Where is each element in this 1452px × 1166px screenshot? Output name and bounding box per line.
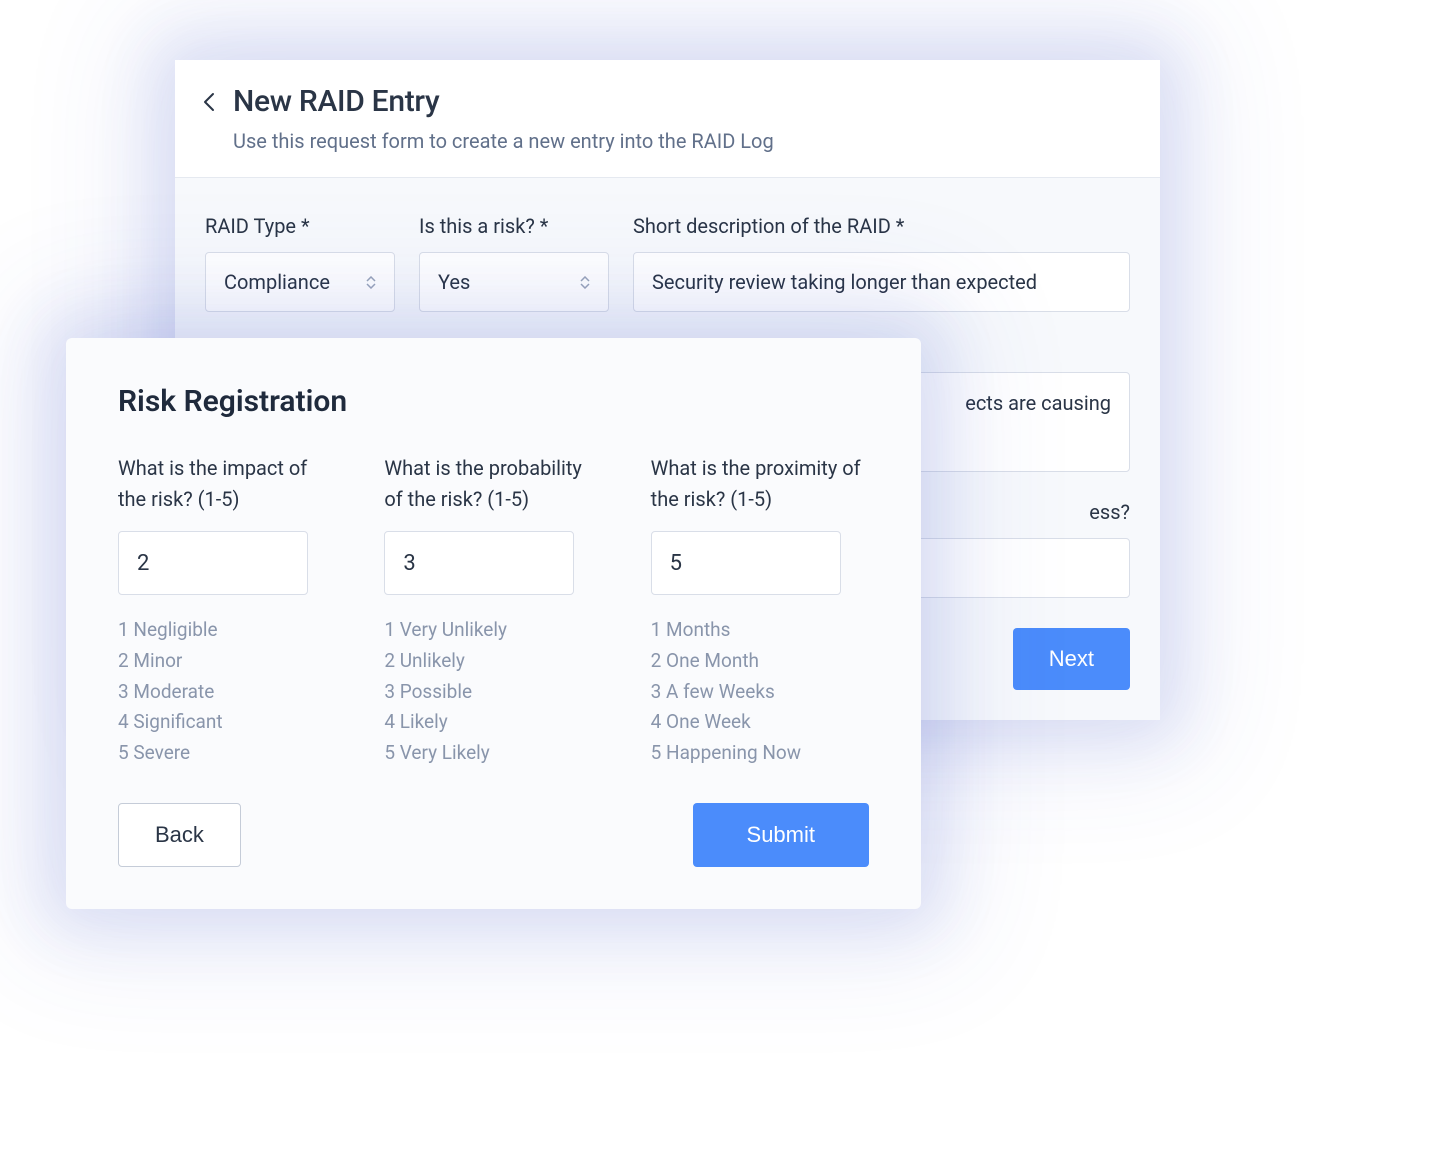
proximity-input[interactable]: 5 bbox=[651, 531, 841, 595]
page-title: New RAID Entry bbox=[233, 84, 439, 119]
short-desc-label: Short description of the RAID * bbox=[633, 214, 1130, 238]
scale-item: 3 A few Weeks bbox=[651, 677, 869, 708]
raid-type-select[interactable]: Compliance bbox=[205, 252, 395, 312]
probability-column: What is the probability of the risk? (1-… bbox=[384, 453, 602, 769]
next-button[interactable]: Next bbox=[1013, 628, 1130, 690]
probability-input[interactable]: 3 bbox=[384, 531, 574, 595]
scale-item: 1 Negligible bbox=[118, 615, 336, 646]
probability-scale: 1 Very Unlikely 2 Unlikely 3 Possible 4 … bbox=[384, 615, 602, 769]
proximity-scale: 1 Months 2 One Month 3 A few Weeks 4 One… bbox=[651, 615, 869, 769]
chevron-left-icon[interactable] bbox=[197, 90, 221, 114]
impact-column: What is the impact of the risk? (1-5) 2 … bbox=[118, 453, 336, 769]
proximity-value: 5 bbox=[670, 551, 682, 576]
risk-registration-title: Risk Registration bbox=[118, 384, 869, 419]
scale-item: 4 Likely bbox=[384, 707, 602, 738]
back-button[interactable]: Back bbox=[118, 803, 241, 867]
partial-input[interactable] bbox=[910, 538, 1130, 598]
is-risk-select[interactable]: Yes bbox=[419, 252, 609, 312]
is-risk-label: Is this a risk? * bbox=[419, 214, 609, 238]
scale-item: 5 Happening Now bbox=[651, 738, 869, 769]
card-header: New RAID Entry Use this request form to … bbox=[175, 60, 1160, 178]
proximity-label: What is the proximity of the risk? (1-5) bbox=[651, 453, 869, 515]
impact-scale: 1 Negligible 2 Minor 3 Moderate 4 Signif… bbox=[118, 615, 336, 769]
select-arrows-icon bbox=[580, 276, 590, 289]
partial-label-fragment: ess? bbox=[910, 500, 1130, 524]
scale-item: 5 Severe bbox=[118, 738, 336, 769]
submit-button[interactable]: Submit bbox=[693, 803, 869, 867]
is-risk-value: Yes bbox=[438, 270, 470, 294]
scale-item: 2 Minor bbox=[118, 646, 336, 677]
page-subtitle: Use this request form to create a new en… bbox=[233, 129, 1130, 153]
scale-item: 4 Significant bbox=[118, 707, 336, 738]
scale-item: 4 One Week bbox=[651, 707, 869, 738]
short-desc-input[interactable]: Security review taking longer than expec… bbox=[633, 252, 1130, 312]
impact-value: 2 bbox=[137, 551, 149, 576]
partial-textarea[interactable]: ects are causing bbox=[910, 372, 1130, 472]
raid-type-value: Compliance bbox=[224, 270, 330, 294]
select-arrows-icon bbox=[366, 276, 376, 289]
scale-item: 1 Very Unlikely bbox=[384, 615, 602, 646]
proximity-column: What is the proximity of the risk? (1-5)… bbox=[651, 453, 869, 769]
impact-label: What is the impact of the risk? (1-5) bbox=[118, 453, 336, 515]
risk-registration-card: Risk Registration What is the impact of … bbox=[66, 338, 921, 909]
scale-item: 1 Months bbox=[651, 615, 869, 646]
probability-label: What is the probability of the risk? (1-… bbox=[384, 453, 602, 515]
impact-input[interactable]: 2 bbox=[118, 531, 308, 595]
scale-item: 3 Moderate bbox=[118, 677, 336, 708]
probability-value: 3 bbox=[403, 551, 415, 576]
scale-item: 3 Possible bbox=[384, 677, 602, 708]
short-desc-value: Security review taking longer than expec… bbox=[652, 270, 1037, 294]
scale-item: 5 Very Likely bbox=[384, 738, 602, 769]
partial-desc-fragment: ects are causing bbox=[965, 391, 1111, 415]
scale-item: 2 Unlikely bbox=[384, 646, 602, 677]
scale-item: 2 One Month bbox=[651, 646, 869, 677]
raid-type-label: RAID Type * bbox=[205, 214, 395, 238]
